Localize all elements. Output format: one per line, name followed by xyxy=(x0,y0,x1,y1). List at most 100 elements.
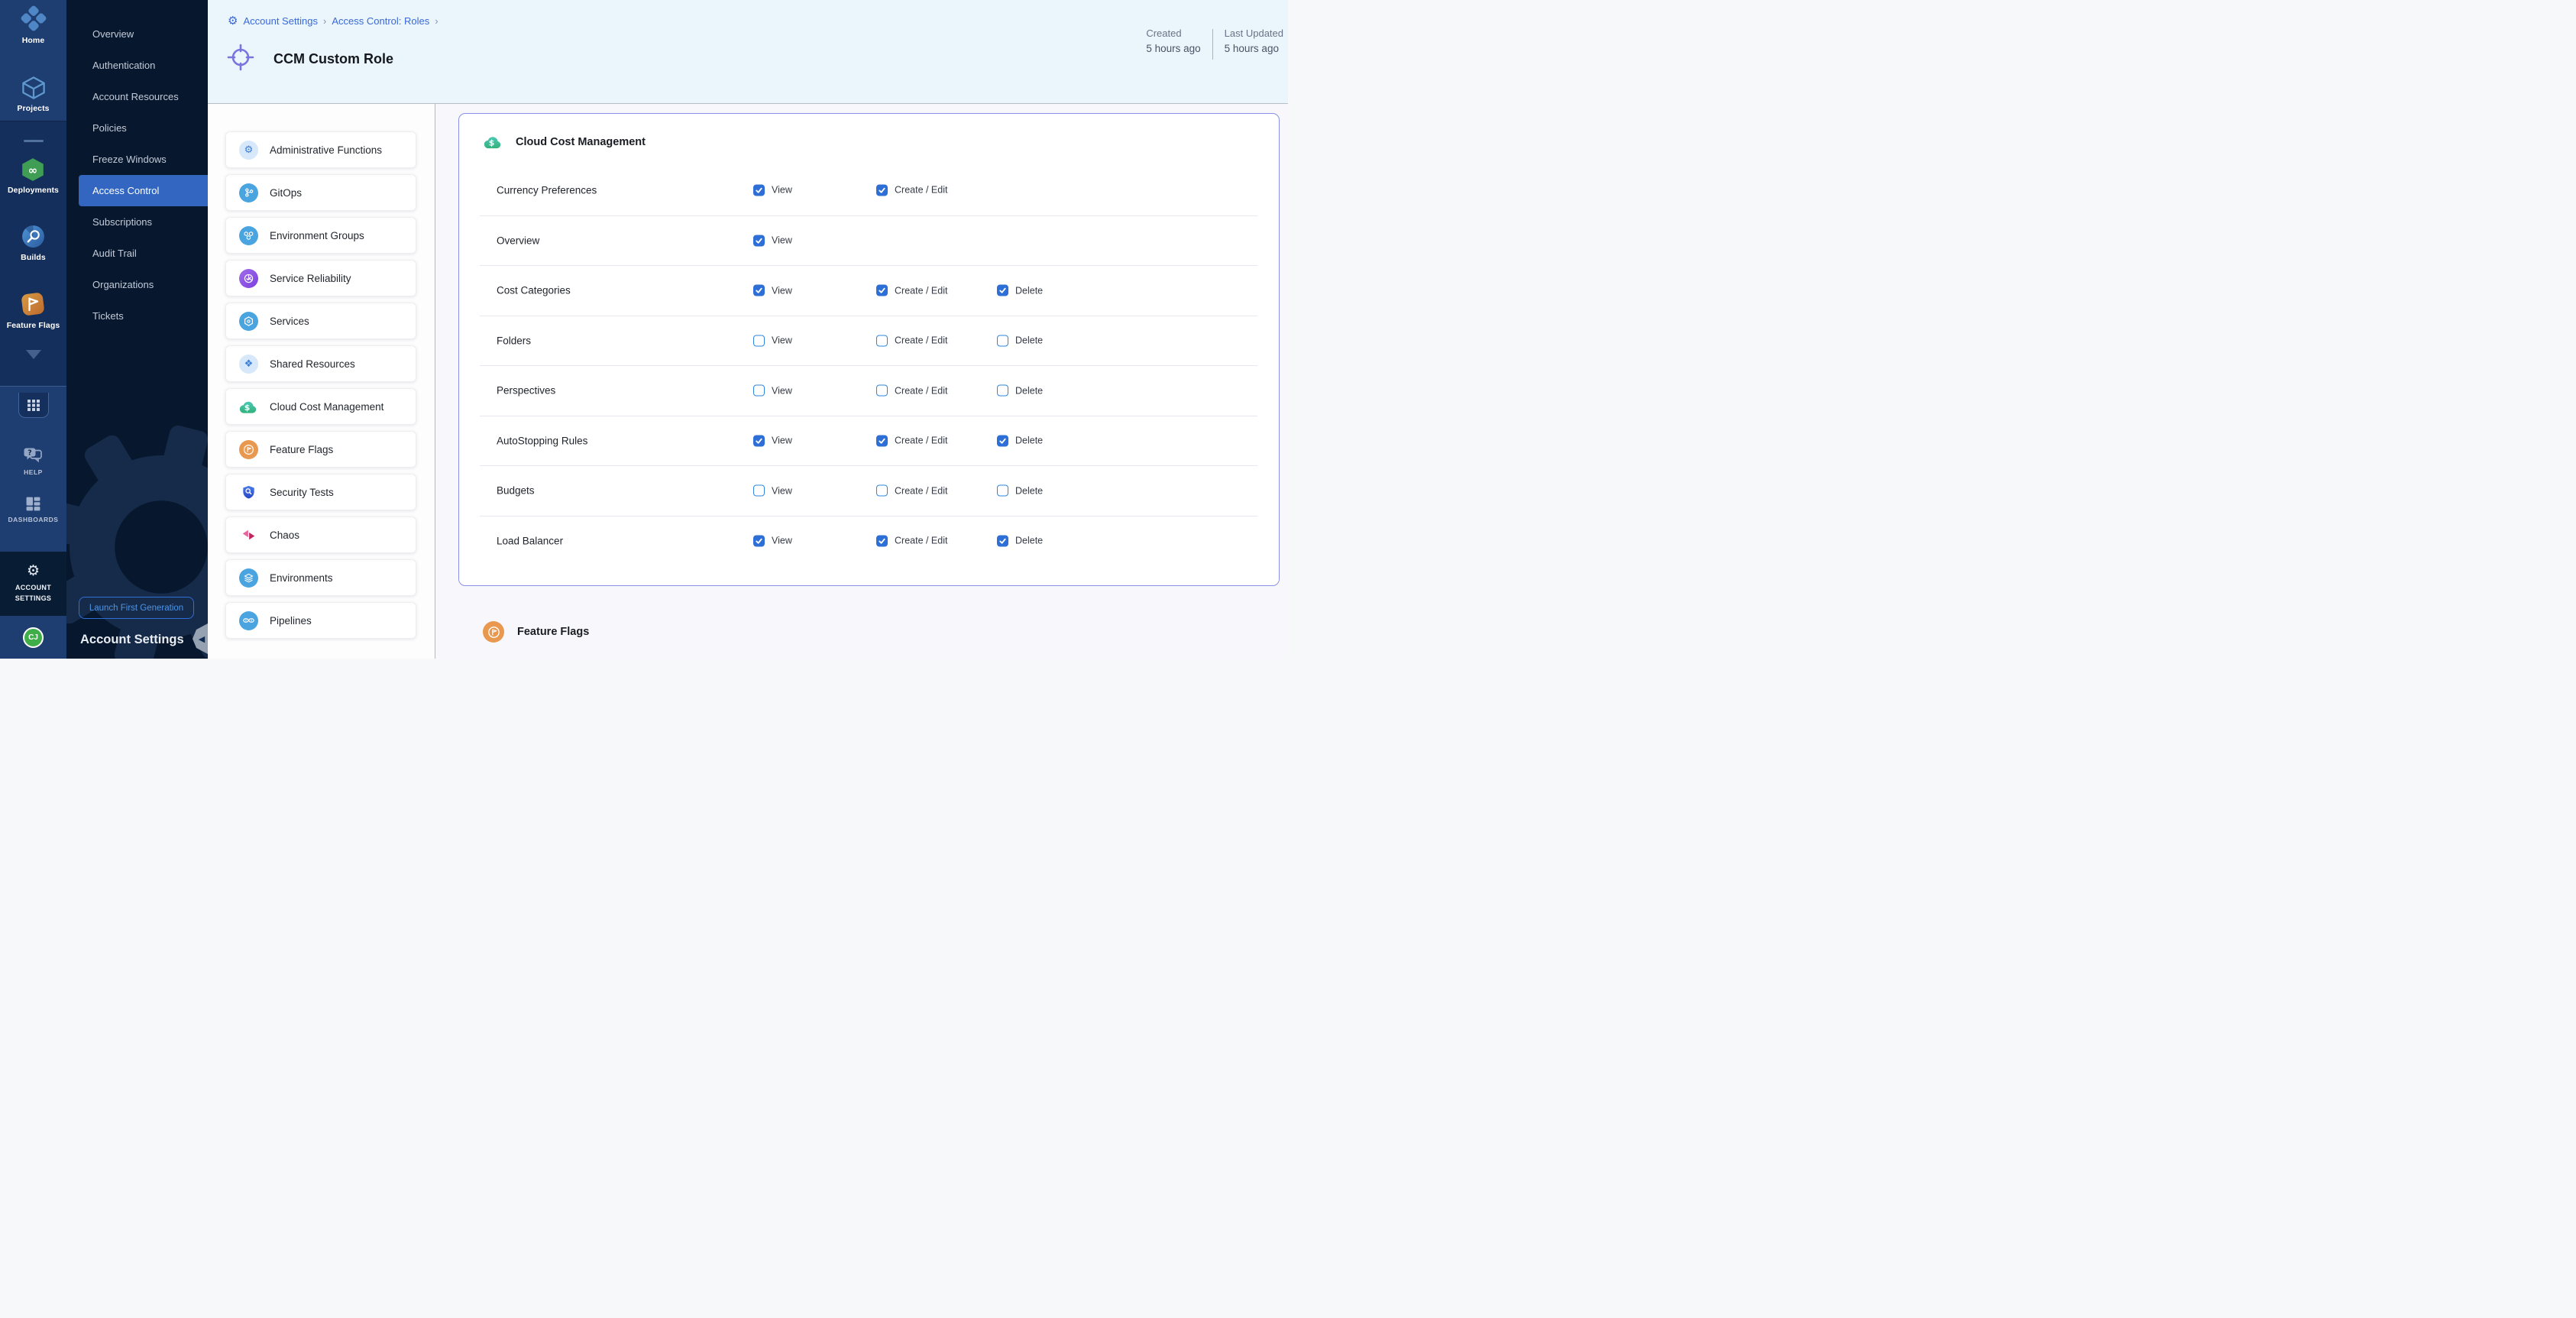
permission-row-budgets: BudgetsViewCreate / EditDelete xyxy=(459,465,1279,516)
checkbox-overview-view[interactable] xyxy=(753,235,765,246)
shared-resources-icon: ❖ xyxy=(239,355,258,374)
permission-row-perspectives: PerspectivesViewCreate / EditDelete xyxy=(459,365,1279,416)
checkbox-autostopping-rules-view[interactable] xyxy=(753,435,765,446)
page-title: CCM Custom Role xyxy=(273,51,393,67)
rail-item-home[interactable]: Home xyxy=(20,5,47,45)
permission-row-overview: OverviewView xyxy=(459,215,1279,266)
resource-card-administrative-functions[interactable]: ⚙Administrative Functions xyxy=(225,131,416,168)
checkbox-autostopping-rules-create-edit[interactable] xyxy=(876,435,888,446)
resource-card-feature-flags[interactable]: Feature Flags xyxy=(225,431,416,468)
checkbox-cost-categories-create-edit[interactable] xyxy=(876,285,888,296)
permission-cell-view: View xyxy=(753,335,792,346)
svg-text:∞: ∞ xyxy=(28,164,37,177)
resource-card-chaos[interactable]: Chaos xyxy=(225,517,416,553)
account-settings-rail-label: ACCOUNT SETTINGS xyxy=(7,583,60,604)
permission-cell-create-edit: Create / Edit xyxy=(876,385,947,397)
resource-card-gitops[interactable]: GitOps xyxy=(225,174,416,211)
sidebar-item-policies[interactable]: Policies xyxy=(66,112,208,144)
rail-item-projects[interactable]: Projects xyxy=(17,76,49,113)
permission-row-label: Currency Preferences xyxy=(497,184,597,196)
resource-card-environments[interactable]: Environments xyxy=(225,559,416,596)
permission-cell-view: View xyxy=(753,385,792,397)
checkbox-perspectives-create-edit[interactable] xyxy=(876,385,888,397)
checkbox-cost-categories-delete[interactable] xyxy=(997,285,1008,296)
feature-flags-icon xyxy=(483,621,504,643)
env-groups-icon xyxy=(239,226,258,245)
checkbox-budgets-delete[interactable] xyxy=(997,485,1008,497)
page-header: ⚙ Account Settings › Access Control: Rol… xyxy=(208,0,1288,104)
breadcrumb-gear-icon: ⚙ xyxy=(228,15,238,27)
collapse-panel-button[interactable]: ◀ xyxy=(193,623,208,654)
meta-divider xyxy=(1212,29,1213,60)
checkbox-currency-preferences-create-edit[interactable] xyxy=(876,184,888,196)
rail-utility-section: ?HELP DASHBOARDS xyxy=(0,386,66,552)
sidebar-item-freeze-windows[interactable]: Freeze Windows xyxy=(66,144,208,175)
checkbox-load-balancer-delete[interactable] xyxy=(997,535,1008,546)
sidebar-item-overview[interactable]: Overview xyxy=(66,18,208,50)
checkbox-budgets-create-edit[interactable] xyxy=(876,485,888,497)
sidebar-item-access-control[interactable]: Access Control xyxy=(79,175,208,206)
checkbox-label: Delete xyxy=(1015,436,1043,446)
checkbox-label: Create / Edit xyxy=(895,485,947,496)
checkbox-folders-view[interactable] xyxy=(753,335,765,346)
checkbox-cost-categories-view[interactable] xyxy=(753,285,765,296)
permission-row-label: Budgets xyxy=(497,485,535,497)
sidebar-item-authentication[interactable]: Authentication xyxy=(66,50,208,81)
ccm-section-title: Cloud Cost Management xyxy=(516,136,646,148)
checkbox-load-balancer-create-edit[interactable] xyxy=(876,535,888,546)
permission-cell-create-edit: Create / Edit xyxy=(876,435,947,446)
breadcrumb-link-account-settings[interactable]: Account Settings xyxy=(243,15,318,27)
resource-card-environment-groups[interactable]: Environment Groups xyxy=(225,217,416,254)
permissions-area: $ Cloud Cost Management Currency Prefere… xyxy=(436,104,1288,659)
checkbox-label: View xyxy=(772,185,792,196)
projects-icon xyxy=(21,76,47,100)
breadcrumb-link-access-control-roles[interactable]: Access Control: Roles xyxy=(332,15,429,27)
checkbox-budgets-view[interactable] xyxy=(753,485,765,497)
user-avatar[interactable]: CJ xyxy=(23,627,44,648)
rail-item-dashboards[interactable]: DASHBOARDS xyxy=(8,496,59,523)
sidebar-item-audit-trail[interactable]: Audit Trail xyxy=(66,238,208,269)
home-icon xyxy=(20,5,47,32)
checkbox-perspectives-view[interactable] xyxy=(753,385,765,397)
sidebar-item-account-resources[interactable]: Account Resources xyxy=(66,81,208,112)
checkbox-perspectives-delete[interactable] xyxy=(997,385,1008,397)
resource-card-pipelines[interactable]: Pipelines xyxy=(225,602,416,639)
chevron-down-icon[interactable] xyxy=(26,350,41,359)
created-label: Created xyxy=(1146,28,1181,39)
gear-watermark xyxy=(66,425,208,659)
gitops-icon xyxy=(239,183,258,202)
checkbox-folders-delete[interactable] xyxy=(997,335,1008,346)
permission-cell-delete: Delete xyxy=(997,535,1043,546)
checkbox-folders-create-edit[interactable] xyxy=(876,335,888,346)
sidebar-item-organizations[interactable]: Organizations xyxy=(66,269,208,300)
checkbox-currency-preferences-view[interactable] xyxy=(753,184,765,196)
launch-first-generation-button[interactable]: Launch First Generation xyxy=(79,597,194,619)
rail-item-feature-flags[interactable]: Feature Flags xyxy=(7,291,60,330)
rail-item-deployments[interactable]: ∞Deployments xyxy=(8,157,59,195)
resource-card-services[interactable]: Services xyxy=(225,303,416,339)
module-picker-button[interactable] xyxy=(18,393,49,418)
permission-cell-delete: Delete xyxy=(997,485,1043,497)
resource-card-shared-resources[interactable]: ❖Shared Resources xyxy=(225,345,416,382)
rail-item-builds[interactable]: Builds xyxy=(21,224,46,262)
svg-text:$: $ xyxy=(244,403,251,413)
checkbox-label: View xyxy=(772,285,792,296)
checkbox-load-balancer-view[interactable] xyxy=(753,535,765,546)
permission-row-label: Folders xyxy=(497,335,531,346)
permission-cell-view: View xyxy=(753,184,792,196)
resource-card-security-tests[interactable]: Security Tests xyxy=(225,474,416,510)
resource-card-cloud-cost-management[interactable]: $Cloud Cost Management xyxy=(225,388,416,425)
sidebar-item-subscriptions[interactable]: Subscriptions xyxy=(66,206,208,238)
permission-cell-create-edit: Create / Edit xyxy=(876,485,947,497)
permission-cell-delete: Delete xyxy=(997,335,1043,346)
rail-account-settings[interactable]: ⚙ ACCOUNT SETTINGS xyxy=(0,552,66,616)
feature-flags-icon xyxy=(20,291,46,317)
permission-cell-view: View xyxy=(753,535,792,546)
checkbox-autostopping-rules-delete[interactable] xyxy=(997,435,1008,446)
last-updated-value: 5 hours ago xyxy=(1225,43,1283,54)
sidebar-item-tickets[interactable]: Tickets xyxy=(66,300,208,332)
breadcrumb: ⚙ Account Settings › Access Control: Rol… xyxy=(228,15,439,27)
permission-cell-create-edit: Create / Edit xyxy=(876,335,947,346)
rail-item-help[interactable]: ?HELP xyxy=(23,447,44,476)
resource-card-service-reliability[interactable]: Service Reliability xyxy=(225,260,416,296)
